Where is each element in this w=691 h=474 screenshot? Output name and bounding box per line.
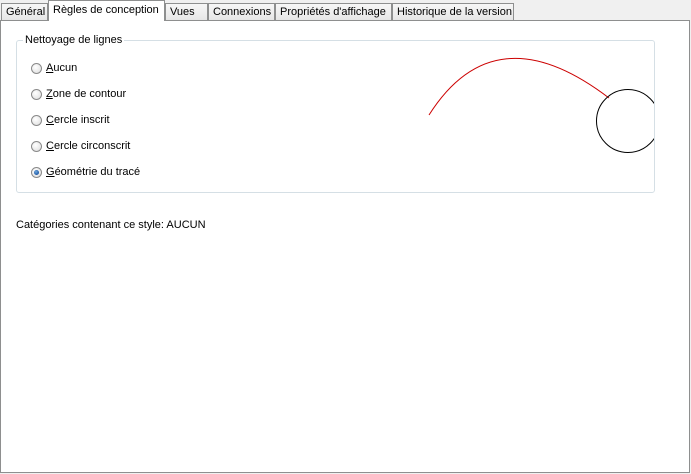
tab-version-history[interactable]: Historique de la version (392, 3, 514, 20)
radio-none-label: Aucun (46, 62, 78, 74)
tab-design-rules[interactable]: Règles de conception (48, 0, 165, 21)
line-cleanup-title: Nettoyage de lignes (23, 33, 125, 47)
tab-general[interactable]: Général (1, 3, 48, 20)
radio-bounding-box-label: Zone de contour (46, 88, 127, 100)
radio-circumscribed-circle-indicator[interactable] (31, 140, 42, 152)
radio-bounding-box-indicator[interactable] (31, 88, 42, 100)
radio-bounding-box[interactable]: Zone de contour (31, 86, 126, 102)
radio-circumscribed-circle-label: Cercle circonscrit (46, 140, 131, 152)
radio-inscribed-circle-indicator[interactable] (31, 114, 42, 126)
tab-display-properties[interactable]: Propriétés d'affichage (275, 3, 392, 20)
tab-strip: Général Règles de conception Vues Connex… (0, 0, 691, 22)
radio-circumscribed-circle[interactable]: Cercle circonscrit (31, 138, 130, 154)
tab-connections[interactable]: Connexions (208, 3, 275, 20)
radio-inscribed-circle[interactable]: Cercle inscrit (31, 112, 110, 128)
preview-arc (428, 57, 610, 116)
line-cleanup-group: Nettoyage de lignes Aucun Zone de contou… (16, 33, 655, 193)
properties-dialog: Général Règles de conception Vues Connex… (0, 0, 691, 474)
categories-label: Catégories contenant ce style: AUCUN (16, 219, 206, 231)
radio-trace-geometry[interactable]: Géométrie du tracé (31, 164, 140, 180)
tab-views[interactable]: Vues (165, 3, 208, 20)
radio-trace-geometry-indicator[interactable] (31, 166, 42, 178)
radio-trace-geometry-label: Géométrie du tracé (46, 166, 141, 178)
tab-panel: Nettoyage de lignes Aucun Zone de contou… (0, 20, 690, 473)
radio-inscribed-circle-label: Cercle inscrit (46, 114, 110, 126)
radio-none[interactable]: Aucun (31, 60, 77, 76)
radio-none-indicator[interactable] (31, 62, 42, 74)
preview-circle (596, 89, 654, 153)
